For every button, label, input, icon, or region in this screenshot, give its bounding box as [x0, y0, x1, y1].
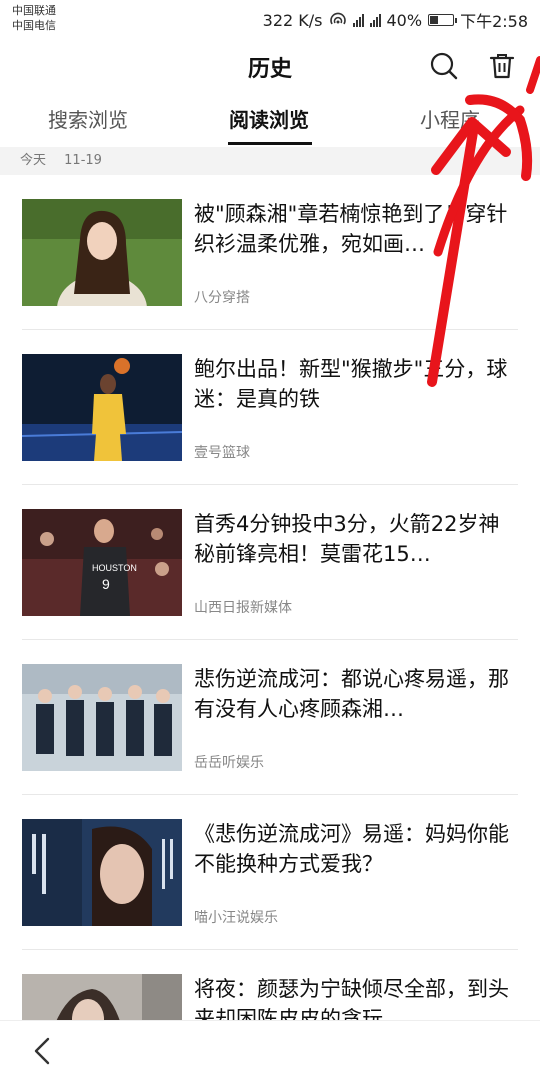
article-thumbnail — [22, 974, 182, 1020]
article-title: 鲍尔出品！新型"猴撤步"三分，球迷：是真的铁 — [194, 357, 508, 411]
tab-bar: 搜索浏览 阅读浏览 小程序 — [0, 98, 540, 146]
article-thumbnail — [22, 664, 182, 771]
tab-mini-programs[interactable]: 小程序 — [420, 104, 480, 133]
carrier-2: 中国电信 — [12, 19, 56, 32]
article-thumbnail: HOUSTON 9 — [22, 509, 182, 616]
hotspot-icon — [329, 12, 346, 25]
clock: 下午2:58 — [460, 12, 528, 31]
article-source: 壹号篮球 — [194, 445, 250, 461]
top-bar: 历史 — [0, 36, 540, 98]
article-thumbnail — [22, 354, 182, 461]
signal-3g-icon — [352, 13, 364, 27]
active-tab-indicator — [228, 142, 312, 145]
network-speed: 322 K/s — [262, 10, 323, 30]
list-item[interactable]: 被"顾森湘"章若楠惊艳到了！穿针织衫温柔优雅，宛如画… 八分穿搭 — [0, 175, 540, 330]
status-right: 322 K/s 40% 下午2:58 — [263, 8, 528, 32]
article-source: 喵小汪说娱乐 — [194, 910, 278, 926]
date-section-header: 今天 11-19 — [0, 147, 540, 175]
article-title: 《悲伤逆流成河》易遥：妈妈你能不能换种方式爱我？ — [194, 822, 509, 876]
svg-text:HOUSTON: HOUSTON — [92, 563, 137, 573]
article-title: 被"顾森湘"章若楠惊艳到了！穿针织衫温柔优雅，宛如画… — [194, 202, 508, 256]
battery-level — [430, 16, 439, 24]
date-day: 今天 — [20, 153, 47, 168]
article-source: 山西日报新媒体 — [194, 600, 292, 616]
list-item[interactable]: 《悲伤逆流成河》易遥：妈妈你能不能换种方式爱我？ 喵小汪说娱乐 — [0, 795, 540, 950]
battery-icon — [428, 14, 458, 26]
list-item[interactable]: HOUSTON 9 首秀4分钟投中3分，火箭22岁神秘前锋亮相！莫雷花15… 山… — [0, 485, 540, 640]
bottom-nav-bar — [0, 1020, 540, 1081]
article-title: 悲伤逆流成河：都说心疼易遥，那有没有人心疼顾森湘… — [194, 667, 509, 721]
trash-icon[interactable] — [486, 50, 518, 82]
carrier-info: 中国联通 中国电信 — [12, 3, 56, 33]
article-title: 将夜：颜瑟为宁缺倾尽全部，到头来却困陈皮皮的贪玩 — [194, 977, 509, 1020]
svg-text:9: 9 — [102, 576, 110, 592]
battery-percent: 40% — [386, 10, 423, 30]
list-item[interactable]: 将夜：颜瑟为宁缺倾尽全部，到头来却困陈皮皮的贪玩 — [0, 950, 540, 1020]
article-title: 首秀4分钟投中3分，火箭22岁神秘前锋亮相！莫雷花15… — [194, 512, 500, 566]
carrier-1: 中国联通 — [12, 4, 56, 17]
status-bar: 中国联通 中国电信 322 K/s 40% 下午2:58 — [0, 0, 540, 36]
history-list: 被"顾森湘"章若楠惊艳到了！穿针织衫温柔优雅，宛如画… 八分穿搭 鲍尔出品！新型… — [0, 175, 540, 1020]
article-source: 八分穿搭 — [194, 290, 250, 306]
list-item[interactable]: 悲伤逆流成河：都说心疼易遥，那有没有人心疼顾森湘… 岳岳听娱乐 — [0, 640, 540, 795]
tab-search-history[interactable]: 搜索浏览 — [48, 104, 128, 133]
article-source: 岳岳听娱乐 — [194, 755, 264, 771]
tab-reading-history[interactable]: 阅读浏览 — [229, 104, 309, 133]
date-value: 11-19 — [64, 153, 102, 168]
list-item[interactable]: 鲍尔出品！新型"猴撤步"三分，球迷：是真的铁 壹号篮球 — [0, 330, 540, 485]
back-arrow-icon[interactable] — [30, 1035, 54, 1067]
search-icon[interactable] — [428, 50, 460, 82]
signal-4g-icon — [369, 13, 381, 27]
article-thumbnail — [22, 199, 182, 306]
article-thumbnail — [22, 819, 182, 926]
